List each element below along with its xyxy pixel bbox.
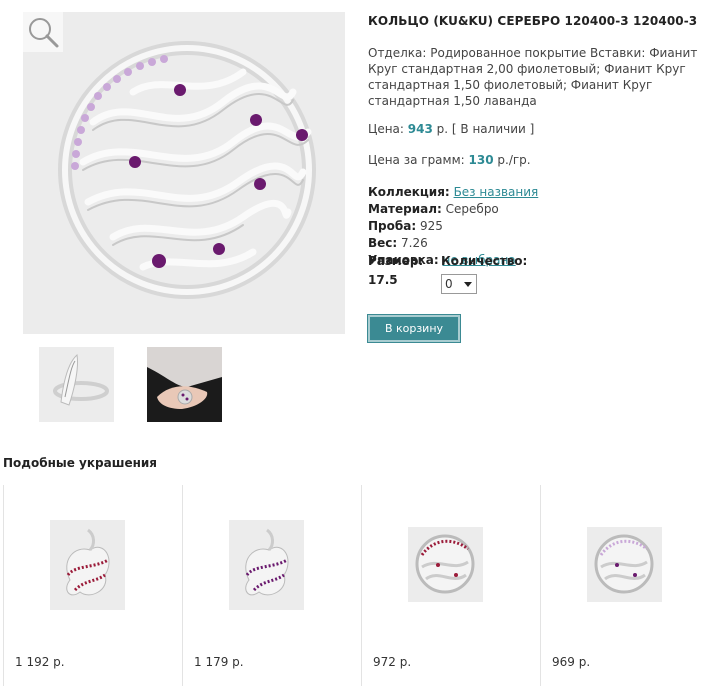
ring-image <box>245 528 289 596</box>
ppg-value: 130 <box>468 153 494 167</box>
collection-label: Коллекция: <box>368 185 450 199</box>
probe-row: Проба: 925 <box>368 218 708 235</box>
price-line: Цена: 943 р. [ В наличии ] <box>368 122 708 136</box>
collection-row: Коллекция: Без названия <box>368 184 708 201</box>
product-title: КОЛЬЦО (KU&KU) СЕРЕБРО 120400-3 120400-3 <box>368 14 698 28</box>
similar-item-card[interactable]: 1 179 р. <box>182 485 361 686</box>
price-suffix: р. [ В наличии ] <box>436 122 535 136</box>
similar-item-image[interactable] <box>50 520 125 610</box>
ppg-label: Цена за грамм: <box>368 153 465 167</box>
zoom-icon[interactable] <box>23 12 63 52</box>
similar-item-image[interactable] <box>587 527 662 602</box>
ring-illustration <box>58 41 316 299</box>
similar-items-title: Подобные украшения <box>3 456 158 470</box>
ring-image <box>594 534 654 594</box>
product-details: КОЛЬЦО (KU&KU) СЕРЕБРО 120400-3 120400-3… <box>368 12 708 269</box>
similar-item-card[interactable]: 1 192 р. <box>3 485 182 686</box>
similar-item-card[interactable]: 972 р. <box>361 485 540 686</box>
price-value: 943 <box>407 122 433 136</box>
ppg-suffix: р./гр. <box>497 153 531 167</box>
probe-label: Проба: <box>368 219 417 233</box>
similar-item-price: 1 179 р. <box>194 655 244 669</box>
quantity-value: 0 <box>445 277 453 291</box>
ring-image <box>415 534 475 594</box>
add-to-cart-button[interactable]: В корзину <box>368 315 460 342</box>
similar-item-price: 1 192 р. <box>15 655 65 669</box>
ring-image <box>66 528 110 596</box>
product-description: Отделка: Родированное покрытие Вставки: … <box>368 46 698 108</box>
thumbnail-side-view[interactable] <box>39 347 114 422</box>
material-label: Материал: <box>368 202 442 216</box>
price-label: Цена: <box>368 122 404 136</box>
weight-label: Вес: <box>368 236 398 250</box>
quantity-select[interactable]: 0 <box>441 274 477 294</box>
similar-item-image[interactable] <box>229 520 304 610</box>
similar-items-grid: 1 192 р. 1 179 р. 972 р. 969 р. <box>3 485 720 686</box>
price-per-gram-line: Цена за грамм: 130 р./гр. <box>368 153 708 167</box>
size-label: Размер: <box>368 254 424 268</box>
probe-value: 925 <box>419 219 443 233</box>
quantity-label: Количество: <box>441 254 528 268</box>
material-value: Серебро <box>445 202 499 216</box>
size-value: 17.5 <box>368 273 398 287</box>
similar-item-image[interactable] <box>408 527 483 602</box>
ring-side-image <box>53 354 109 406</box>
weight-row: Вес: 7.26 <box>368 235 708 252</box>
material-row: Материал: Серебро <box>368 201 708 218</box>
thumbnail-on-hand[interactable] <box>147 347 222 422</box>
similar-item-price: 969 р. <box>552 655 591 669</box>
similar-item-card[interactable]: 969 р. <box>540 485 719 686</box>
ring-on-hand-image <box>147 367 222 422</box>
size-quantity-section: Размер: 17.5 Количество: 0 <box>368 254 568 294</box>
weight-value: 7.26 <box>401 236 428 250</box>
chevron-down-icon <box>464 282 472 287</box>
collection-link[interactable]: Без названия <box>454 185 539 199</box>
product-main-image[interactable] <box>23 12 345 334</box>
similar-item-price: 972 р. <box>373 655 412 669</box>
